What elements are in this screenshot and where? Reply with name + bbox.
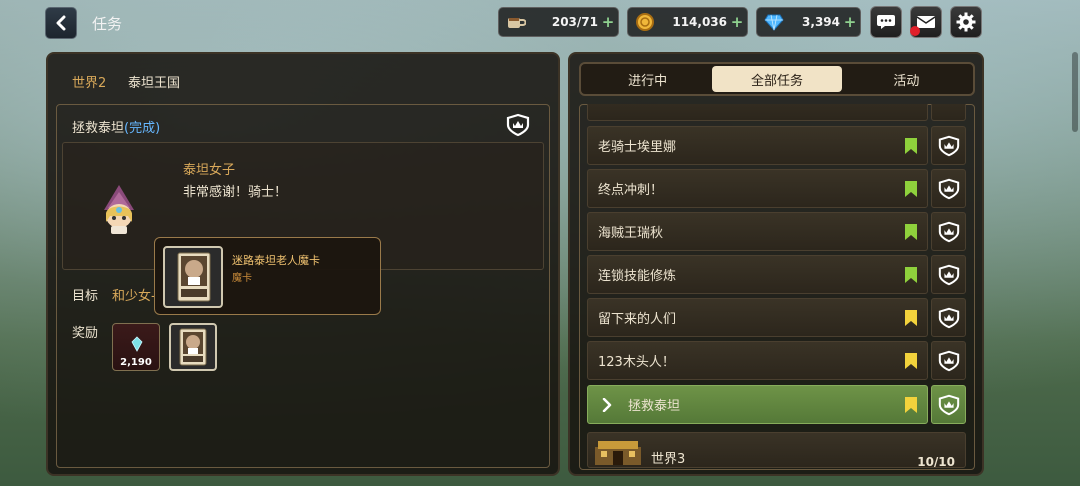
diamond-value: 3,394 [802, 15, 840, 29]
quest-emblem-button[interactable] [931, 298, 966, 337]
chevron-right-icon [602, 397, 612, 412]
npc-name: 泰坦女子 [183, 163, 236, 178]
settings-button[interactable] [950, 6, 982, 38]
add-diamond-icon[interactable]: + [840, 13, 860, 31]
tooltip-title: 迷路泰坦老人魔卡 [232, 254, 320, 267]
breadcrumb-world[interactable]: 世界2 [72, 72, 106, 91]
monster-card-icon [177, 252, 211, 302]
quest-emblem-button[interactable] [931, 212, 966, 251]
notification-dot [910, 26, 920, 36]
quest-row-label: 老骑士埃里娜 [598, 140, 677, 155]
shield-crown-icon [938, 264, 959, 285]
quest-emblem-button[interactable] [931, 255, 966, 294]
stamina-value: 203/71 [551, 15, 598, 29]
add-gold-icon[interactable]: + [727, 13, 747, 31]
tooltip-subtitle: 魔卡 [232, 273, 252, 284]
chat-button[interactable] [870, 6, 902, 38]
stamina-counter[interactable]: 203/71 + [498, 7, 619, 37]
gold-counter[interactable]: 114,036 + [627, 7, 748, 37]
quest-row-label: 留下来的人们 [598, 312, 677, 327]
quest-row[interactable]: 123木头人！ [587, 341, 928, 380]
bookmark-icon [905, 138, 917, 154]
monster-card-reward[interactable] [169, 323, 217, 371]
tab-in-progress[interactable]: 进行中 [583, 66, 712, 92]
breadcrumb-region[interactable]: 泰坦王国 [128, 72, 180, 91]
objective-label: 目标 [72, 289, 99, 304]
bookmark-icon [905, 224, 917, 240]
shield-crown-icon [938, 135, 959, 156]
tab-events[interactable]: 活动 [842, 66, 971, 92]
gear-icon [956, 12, 976, 32]
quest-row-label: 拯救泰坦 [628, 399, 681, 414]
bookmark-icon [905, 310, 917, 326]
quest-list-clipped-top [587, 104, 966, 122]
bookmark-icon [905, 267, 917, 283]
quest-row-label: 连锁技能修炼 [598, 269, 677, 284]
quest-title: 拯救泰坦 [72, 121, 125, 136]
quest-row-label: 海贼王瑞秋 [598, 226, 664, 241]
diamond-icon [763, 11, 785, 33]
bookmark-icon [905, 353, 917, 369]
shield-crown-icon [938, 350, 959, 371]
monster-card-icon [179, 328, 207, 366]
shield-crown-icon [938, 307, 959, 328]
quest-row[interactable]: 老骑士埃里娜 [587, 126, 928, 165]
reward-tooltip: 迷路泰坦老人魔卡 魔卡 [154, 237, 381, 315]
quest-row-label: 终点冲刺！ [598, 183, 664, 198]
quest-emblem-button[interactable] [931, 126, 966, 165]
back-button[interactable] [45, 7, 77, 39]
tab-all-quests[interactable]: 全部任务 [712, 66, 842, 92]
chevron-left-icon [56, 15, 66, 31]
quest-row[interactable]: 终点冲刺！ [587, 169, 928, 208]
gold-value: 114,036 [672, 15, 727, 29]
crystal-icon [131, 336, 143, 352]
quest-title-line: 拯救泰坦(完成) [72, 117, 160, 136]
reward-label: 奖励 [72, 326, 99, 341]
chat-bubble-icon [877, 15, 895, 29]
quest-emblem-button[interactable] [503, 112, 533, 138]
add-stamina-icon[interactable]: + [598, 13, 618, 31]
objective-text: 和少女- [112, 289, 156, 304]
shield-crown-icon [938, 178, 959, 199]
diamond-counter[interactable]: 3,394 + [756, 7, 861, 37]
quest-row-selected[interactable]: 拯救泰坦 [587, 385, 928, 424]
npc-portrait [94, 180, 144, 236]
quest-emblem-button[interactable] [931, 385, 966, 424]
tooltip-card-frame [163, 246, 223, 308]
shield-crown-icon [938, 394, 959, 415]
shield-crown-icon [938, 221, 959, 242]
world-gate-icon [595, 441, 641, 465]
quest-row-label: 123木头人！ [598, 355, 675, 370]
crystal-reward[interactable]: 2,190 [112, 323, 160, 371]
gold-coin-icon [634, 11, 656, 33]
scrollbar[interactable] [1072, 52, 1078, 132]
bookmark-icon [905, 181, 917, 197]
quest-row[interactable]: 海贼王瑞秋 [587, 212, 928, 251]
crystal-amount: 2,190 [120, 357, 152, 368]
page-title: 任务 [92, 15, 123, 33]
bookmark-icon [905, 397, 917, 413]
world-name: 世界3 [651, 452, 686, 467]
quest-tabs: 进行中 全部任务 活动 [579, 62, 975, 96]
quest-status: (完成) [124, 121, 161, 136]
quest-emblem-button[interactable] [931, 341, 966, 380]
world-progress: 10/10 [917, 455, 955, 468]
quest-row[interactable]: 留下来的人们 [587, 298, 928, 337]
quest-emblem-button[interactable] [931, 169, 966, 208]
npc-speech: 非常感谢！骑士！ [183, 185, 288, 200]
shield-crown-icon [506, 113, 530, 137]
coffee-cup-icon [505, 11, 527, 33]
world-group-row[interactable]: 世界3 10/10 [587, 432, 966, 468]
quest-row[interactable]: 连锁技能修炼 [587, 255, 928, 294]
